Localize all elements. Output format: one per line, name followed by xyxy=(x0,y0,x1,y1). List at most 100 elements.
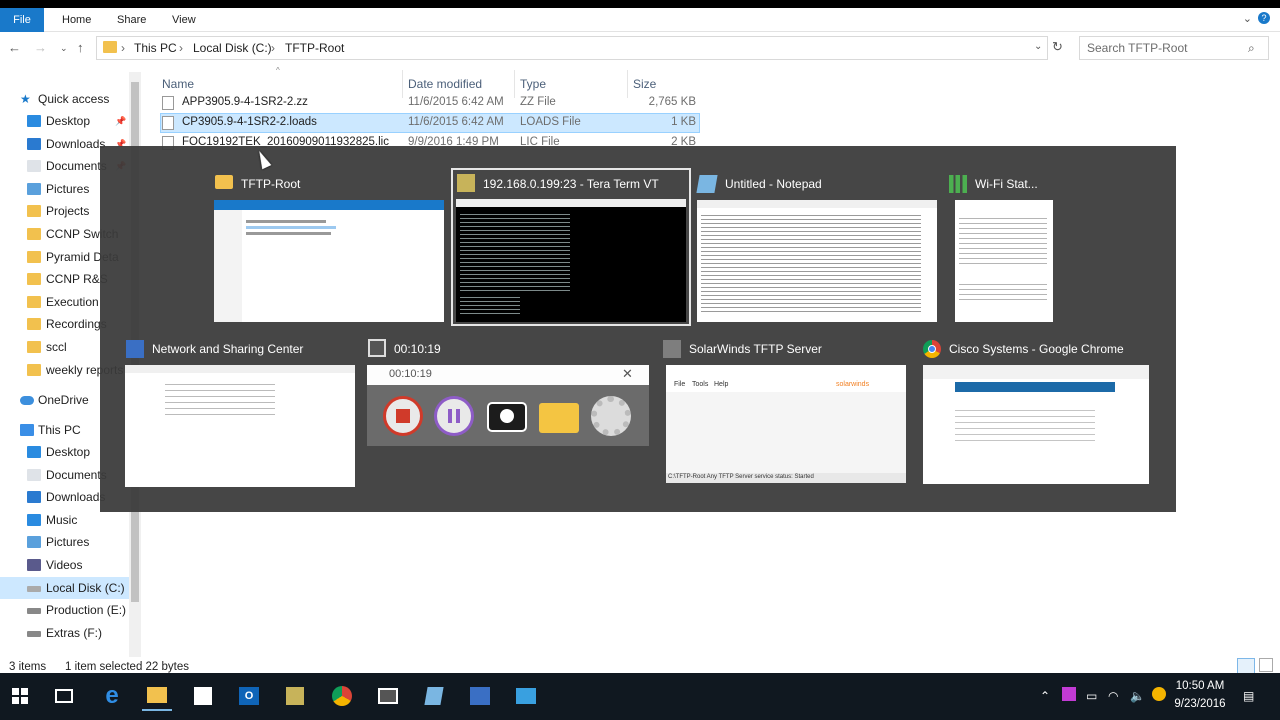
file-icon xyxy=(162,116,174,130)
file-row-selected[interactable]: CP3905.9-4-1SR2-2.loads 11/6/2015 6:42 A… xyxy=(160,113,700,133)
ribbon-expand-icon[interactable]: ⌄ xyxy=(1243,12,1252,25)
column-date[interactable]: Date modified xyxy=(408,77,482,91)
nav-label: Desktop xyxy=(46,114,91,128)
nav-label: sccl xyxy=(46,340,67,354)
folder-icon xyxy=(27,228,41,240)
nav-pc-item[interactable]: Music xyxy=(0,509,140,531)
back-arrow-icon[interactable]: ← xyxy=(8,40,21,55)
selection-info: 1 item selected 22 bytes xyxy=(65,661,190,673)
tab-home[interactable]: Home xyxy=(52,8,101,32)
column-type[interactable]: Type xyxy=(520,77,546,91)
pictures-icon xyxy=(27,182,41,195)
tab-share[interactable]: Share xyxy=(107,8,156,32)
recorder-thumbnail: 00:10:19 ✕ xyxy=(367,365,649,446)
nav-label: Projects xyxy=(46,204,90,219)
teraterm-thumbnail xyxy=(456,199,686,322)
nav-pc-item[interactable]: Extras (F:) xyxy=(0,622,140,644)
file-type: ZZ File xyxy=(520,96,556,108)
nav-pc-item[interactable]: Videos xyxy=(0,554,140,576)
stop-icon xyxy=(383,396,423,436)
documents-icon xyxy=(27,160,41,173)
large-icons-view-icon[interactable] xyxy=(1259,658,1273,672)
breadcrumb-sep-icon: › xyxy=(271,41,275,55)
task-view-icon[interactable] xyxy=(49,681,79,711)
file-icon xyxy=(162,96,174,110)
folder-icon xyxy=(27,363,41,376)
breadcrumb-folder[interactable]: TFTP-Root xyxy=(285,41,344,55)
volume-icon[interactable]: 🔈 xyxy=(1130,689,1145,703)
nav-label: Extras (F:) xyxy=(46,625,102,640)
tile-title: Untitled - Notepad xyxy=(725,177,822,191)
tile-title: SolarWinds TFTP Server xyxy=(689,342,822,356)
folder-icon xyxy=(215,175,233,189)
file-row[interactable]: APP3905.9-4-1SR2-2.zz 11/6/2015 6:42 AM … xyxy=(160,93,700,113)
solarwinds-menu: File Tools Help xyxy=(666,378,906,392)
refresh-icon[interactable]: ↻ xyxy=(1052,39,1063,55)
cloud-icon xyxy=(20,396,34,405)
notepad-icon[interactable] xyxy=(419,681,449,711)
chrome-thumbnail xyxy=(923,365,1149,484)
windows-start-icon[interactable] xyxy=(5,681,35,711)
outlook-icon[interactable]: O xyxy=(234,681,264,711)
desktop-icon xyxy=(27,115,41,127)
recorder-icon xyxy=(368,339,386,357)
column-name[interactable]: Name xyxy=(162,77,194,91)
forward-arrow-icon[interactable]: → xyxy=(34,40,47,55)
network-icon[interactable] xyxy=(465,681,495,711)
sort-ascending-icon: ^ xyxy=(276,66,280,75)
file-size: 1 KB xyxy=(671,116,696,128)
music-icon xyxy=(27,513,41,526)
tile-title: 00:10:19 xyxy=(394,342,441,356)
edge-icon[interactable]: e xyxy=(97,681,127,711)
search-input[interactable]: Search TFTP-Root xyxy=(1079,36,1269,60)
tile-title: Network and Sharing Center xyxy=(152,342,304,356)
action-center-icon[interactable]: ▤ xyxy=(1243,689,1254,703)
chrome-icon[interactable] xyxy=(327,681,357,711)
search-icon: ⌕ xyxy=(1248,41,1255,55)
tile-title: 192.168.0.199:23 - Tera Term VT xyxy=(483,177,659,191)
address-bar[interactable]: › This PC › Local Disk (C:) › TFTP-Root … xyxy=(96,36,1048,60)
folder-icon xyxy=(103,41,117,53)
file-size: 2,765 KB xyxy=(648,96,696,108)
tab-file[interactable]: File xyxy=(0,8,44,32)
nav-label: Downloads xyxy=(46,490,106,505)
tab-view[interactable]: View xyxy=(162,8,206,32)
tray-app-icon[interactable] xyxy=(1062,687,1076,701)
column-size[interactable]: Size xyxy=(633,77,656,91)
recorder-icon[interactable] xyxy=(373,681,403,711)
tray-app2-icon[interactable] xyxy=(1152,687,1166,701)
breadcrumb-this-pc[interactable]: This PC xyxy=(134,41,177,55)
network-tray-icon[interactable]: ▭ xyxy=(1086,689,1097,703)
teraterm-icon[interactable] xyxy=(280,681,310,711)
nav-pc-item[interactable]: Production (E:) xyxy=(0,599,140,621)
recent-locations-icon[interactable]: ⌄ xyxy=(60,43,68,54)
camera-icon xyxy=(487,402,527,432)
clock-time: 10:50 AM xyxy=(1175,680,1225,692)
wifi-tray-icon[interactable]: ◠ xyxy=(1108,689,1118,703)
pin-icon: 📌 xyxy=(115,116,127,126)
breadcrumb-sep-icon: › xyxy=(179,41,183,55)
solarwinds-thumbnail: File Tools Help solarwinds C:\TFTP-Root … xyxy=(666,365,906,483)
nav-label: Music xyxy=(46,512,78,527)
nav-label: Production (E:) xyxy=(46,603,127,618)
help-icon[interactable]: ? xyxy=(1258,12,1270,24)
address-dropdown-icon[interactable]: ⌄ xyxy=(1034,41,1042,52)
teraterm-icon xyxy=(457,174,475,192)
tray-expand-icon[interactable]: ⌃ xyxy=(1040,689,1050,703)
drive-icon xyxy=(27,608,41,615)
nav-label: Execution xyxy=(46,294,99,309)
file-name: APP3905.9-4-1SR2-2.zz xyxy=(182,96,308,108)
clock[interactable]: 10:50 AM 9/23/2016 xyxy=(1165,677,1235,713)
store-icon[interactable] xyxy=(188,681,218,711)
pictures-icon xyxy=(27,536,41,549)
explorer-thumbnail xyxy=(214,200,444,322)
details-view-icon[interactable] xyxy=(1237,658,1255,674)
nav-pc-item[interactable]: Pictures xyxy=(0,531,140,553)
nav-quick-item[interactable]: Desktop 📌 xyxy=(0,110,140,132)
breadcrumb-local-disk[interactable]: Local Disk (C:) xyxy=(193,41,272,55)
nav-pc-item[interactable]: Local Disk (C:) xyxy=(0,576,140,599)
remote-desktop-icon[interactable] xyxy=(511,681,541,711)
up-arrow-icon[interactable]: ↑ xyxy=(77,40,84,55)
file-explorer-icon[interactable] xyxy=(142,681,172,711)
tile-title: Wi-Fi Stat... xyxy=(975,177,1038,191)
